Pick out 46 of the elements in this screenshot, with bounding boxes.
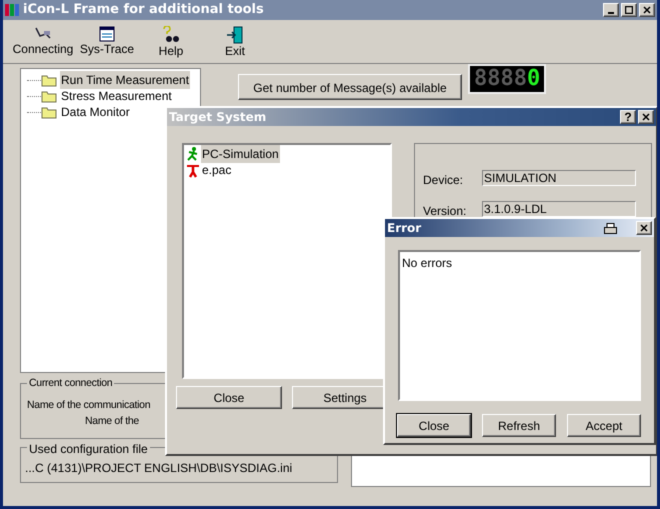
dialog-title: Error — [387, 220, 422, 237]
dialog-title: Target System — [169, 109, 266, 126]
tree-item[interactable]: Stress Measurement — [60, 87, 173, 105]
close-button[interactable] — [636, 221, 652, 235]
toolbar-button[interactable]: Connecting — [11, 26, 75, 57]
print-button[interactable] — [602, 221, 618, 235]
message-button[interactable]: Get number of Message(s) available — [238, 74, 462, 100]
target-item[interactable]: PC-Simulation — [201, 145, 280, 163]
help-button[interactable]: ? — [620, 110, 636, 124]
app-icon — [5, 3, 19, 17]
value-field: SIMULATION — [482, 170, 636, 186]
toolbar-button[interactable]: Help — [139, 26, 203, 59]
field-label: Device: — [423, 172, 464, 189]
standing-figure-icon — [185, 162, 201, 178]
connection-label: Name of the communication — [27, 398, 150, 413]
close-button[interactable] — [639, 3, 655, 17]
target-item[interactable]: e.pac — [201, 161, 232, 179]
folder-icon — [41, 90, 57, 102]
tree-item[interactable]: Run Time Measurement — [60, 71, 190, 89]
folder-icon — [41, 106, 57, 118]
maximize-button[interactable] — [621, 3, 637, 17]
binoculars-icon — [162, 26, 180, 44]
toolbar-button[interactable]: Exit — [203, 26, 267, 59]
dialog-button[interactable]: Close — [176, 386, 282, 409]
field-label: Version: — [423, 203, 468, 220]
counter-display: 88880 — [468, 64, 546, 94]
door-icon — [226, 26, 244, 44]
value-field: 3.1.0.9-LDL — [482, 201, 636, 217]
toolbar-button[interactable]: Sys-Trace — [75, 26, 139, 57]
close-button[interactable] — [638, 110, 654, 124]
maximize-icon — [625, 6, 633, 14]
close-icon — [642, 113, 650, 121]
dialog-button[interactable]: Refresh — [482, 414, 556, 437]
minimize-button[interactable] — [603, 3, 619, 17]
dialog-button[interactable]: Accept — [567, 414, 641, 437]
window-icon — [99, 26, 115, 42]
error-message: No errors — [402, 255, 454, 272]
dialog-button[interactable]: Close — [397, 414, 471, 437]
close-icon — [640, 224, 648, 232]
config-path: ...C (4131)\PROJECT ENGLISH\DB\ISYSDIAG.ini — [25, 461, 292, 475]
connection-label: Name of the — [84, 414, 139, 429]
tree-item[interactable]: Data Monitor — [60, 103, 131, 121]
close-icon — [643, 6, 651, 14]
window-title: iCon-L Frame for additional tools — [23, 1, 264, 20]
folder-icon — [41, 74, 57, 86]
printer-icon — [604, 222, 616, 234]
